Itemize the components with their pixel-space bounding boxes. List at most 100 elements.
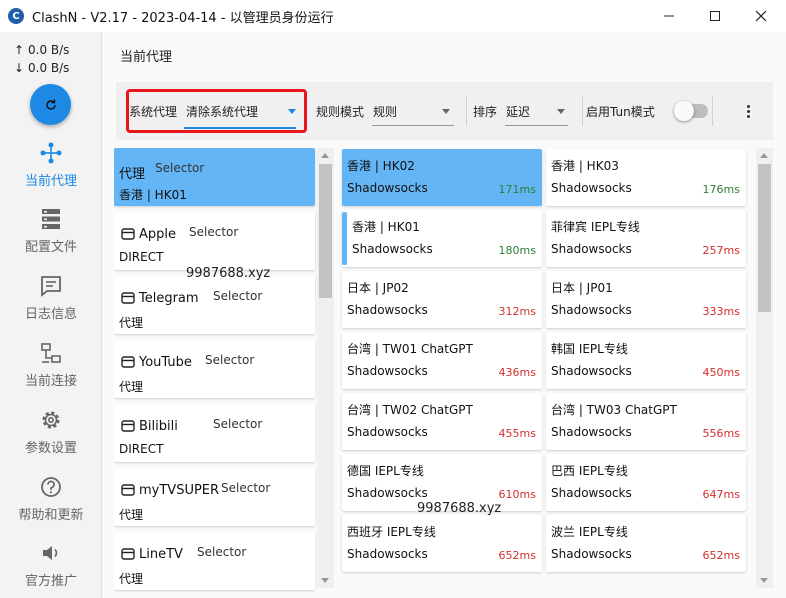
sort-select[interactable]: 延迟: [506, 103, 530, 120]
group-current-node: DIRECT: [119, 442, 164, 456]
close-button[interactable]: [738, 0, 784, 32]
proxy-node-card[interactable]: 日本 | JP01 Shadowsocks 333ms: [546, 271, 746, 328]
scroll-down-icon[interactable]: [321, 578, 329, 583]
tun-mode-label: 启用Tun模式: [586, 105, 655, 119]
proxy-node-card[interactable]: 台湾 | TW02 ChatGPT Shadowsocks 455ms: [342, 393, 542, 450]
group-type: Selector: [205, 353, 255, 367]
proxy-name: 日本 | JP01: [551, 281, 613, 295]
toolbar-divider: [466, 96, 467, 126]
nav-item-logs[interactable]: 日志信息: [0, 273, 102, 333]
nav-label: 帮助和更新: [18, 508, 84, 523]
proxy-node-card[interactable]: 韩国 IEPL专线 Shadowsocks 450ms: [546, 332, 746, 389]
nav-item-profiles[interactable]: 配置文件: [0, 206, 102, 266]
proxy-delay: 652ms: [702, 549, 740, 562]
proxy-protocol: Shadowsocks: [551, 486, 632, 500]
group-name: Apple: [139, 227, 177, 242]
maximize-icon: [710, 11, 720, 21]
more-options-icon[interactable]: [741, 100, 755, 122]
scrollbar-thumb[interactable]: [758, 164, 771, 312]
minimize-button[interactable]: [646, 0, 692, 32]
proxy-nodes-icon: [39, 140, 63, 166]
proxy-name: 西班牙 IEPL专线: [347, 525, 436, 539]
group-type: Selector: [213, 289, 263, 303]
proxy-delay: 436ms: [498, 366, 536, 379]
proxy-group-card[interactable]: YouTube Selector 代理: [114, 340, 315, 398]
nav-item-help[interactable]: 帮助和更新: [0, 474, 102, 534]
rule-mode-select[interactable]: 规则: [373, 103, 397, 120]
proxy-delay: 455ms: [498, 427, 536, 440]
nav-item-connections[interactable]: 当前连接: [0, 340, 102, 400]
proxy-name: 巴西 IEPL专线: [551, 464, 628, 478]
group-current-node: 代理: [119, 316, 144, 330]
proxy-group-card[interactable]: Telegram Selector 代理: [114, 276, 315, 334]
gear-icon: [40, 407, 62, 433]
proxy-name: 台湾 | TW01 ChatGPT: [347, 342, 473, 356]
proxy-node-card[interactable]: 香港 | HK03 Shadowsocks 176ms: [546, 149, 746, 206]
proxy-name: 菲律宾 IEPL专线: [551, 220, 640, 234]
proxy-group-card[interactable]: LineTV Selector 代理: [114, 532, 315, 590]
group-name: LineTV: [139, 547, 183, 562]
proxy-group-card[interactable]: 代理 Selector 香港 | HK01: [114, 148, 315, 206]
proxy-protocol: Shadowsocks: [551, 364, 632, 378]
refresh-button[interactable]: [30, 84, 71, 125]
proxy-group-card[interactable]: Bilibili Selector DIRECT: [114, 404, 315, 462]
clapper-icon: [120, 354, 136, 370]
proxy-delay: 171ms: [498, 183, 536, 196]
title-bar: C ClashN - V2.17 - 2023-04-14 - 以管理员身份运行: [0, 0, 786, 32]
window-title: ClashN - V2.17 - 2023-04-14 - 以管理员身份运行: [32, 10, 334, 26]
group-list-scrollbar[interactable]: [317, 148, 334, 588]
proxy-delay: 652ms: [498, 549, 536, 562]
proxy-group-list: 代理 Selector 香港 | HK01 Apple Selector DIRECT Te…: [114, 148, 317, 598]
group-type: Selector: [155, 161, 205, 175]
nav-label: 配置文件: [24, 240, 77, 255]
proxy-protocol: Shadowsocks: [347, 425, 428, 439]
proxy-name: 香港 | HK02: [347, 159, 415, 173]
group-name: Bilibili: [139, 419, 178, 434]
tun-mode-toggle[interactable]: [674, 101, 708, 121]
watermark-text: 9987688.xyz: [417, 501, 502, 516]
nav-item-current-proxy[interactable]: 当前代理: [0, 140, 102, 200]
sort-label: 排序: [473, 105, 498, 119]
proxy-grid-scrollbar[interactable]: [756, 148, 773, 588]
group-name: myTVSUPER: [139, 483, 220, 498]
proxy-protocol: Shadowsocks: [347, 486, 428, 500]
proxy-node-card[interactable]: 菲律宾 IEPL专线 Shadowsocks 257ms: [546, 210, 746, 267]
group-name: 代理: [119, 167, 146, 182]
proxy-node-card[interactable]: 日本 | JP02 Shadowsocks 312ms: [342, 271, 542, 328]
group-name: YouTube: [139, 355, 192, 370]
proxy-node-card[interactable]: 台湾 | TW01 ChatGPT Shadowsocks 436ms: [342, 332, 542, 389]
proxy-delay: 610ms: [498, 488, 536, 501]
maximize-button[interactable]: [692, 0, 738, 32]
sidebar: ↑0.0 B/s ↓0.0 B/s 当前代理 配置文件 日志信息 当前连接: [0, 32, 102, 598]
proxy-node-card[interactable]: 台湾 | TW03 ChatGPT Shadowsocks 556ms: [546, 393, 746, 450]
proxy-node-card[interactable]: 波兰 IEPL专线 Shadowsocks 652ms: [546, 515, 746, 572]
download-speed: ↓ 0.0 B/s: [14, 61, 69, 75]
proxy-name: 香港 | HK03: [551, 159, 619, 173]
proxy-group-card[interactable]: Apple Selector DIRECT: [114, 212, 315, 270]
scroll-down-icon[interactable]: [760, 578, 768, 583]
sort-underline: [505, 125, 568, 126]
toggle-knob: [674, 101, 694, 121]
group-name: Telegram: [139, 291, 199, 306]
rule-mode-underline: [372, 125, 454, 126]
download-arrow-icon: ↓: [14, 61, 25, 75]
upload-speed: ↑ 0.0 B/s: [14, 43, 69, 57]
proxy-delay: 176ms: [702, 183, 740, 196]
scrollbar-thumb[interactable]: [319, 164, 332, 298]
proxy-node-card[interactable]: 西班牙 IEPL专线 Shadowsocks 652ms: [342, 515, 542, 572]
proxy-node-card[interactable]: 香港 | HK01 Shadowsocks 180ms: [342, 210, 542, 267]
nav-item-settings[interactable]: 参数设置: [0, 407, 102, 467]
group-current-node: 香港 | HK01: [119, 188, 187, 202]
nav-label: 官方推广: [24, 574, 77, 589]
nav-item-promotion[interactable]: 官方推广: [0, 540, 102, 598]
scroll-up-icon[interactable]: [321, 153, 329, 158]
system-proxy-select[interactable]: 清除系统代理: [186, 103, 258, 120]
apple-icon: [120, 226, 136, 242]
proxy-node-card[interactable]: 巴西 IEPL专线 Shadowsocks 647ms: [546, 454, 746, 511]
group-current-node: DIRECT: [119, 250, 164, 264]
proxy-group-card[interactable]: myTVSUPER Selector 代理: [114, 468, 315, 526]
upload-arrow-icon: ↑: [14, 43, 25, 57]
close-icon: [755, 10, 767, 22]
proxy-node-card[interactable]: 香港 | HK02 Shadowsocks 171ms: [342, 149, 542, 206]
scroll-up-icon[interactable]: [760, 153, 768, 158]
